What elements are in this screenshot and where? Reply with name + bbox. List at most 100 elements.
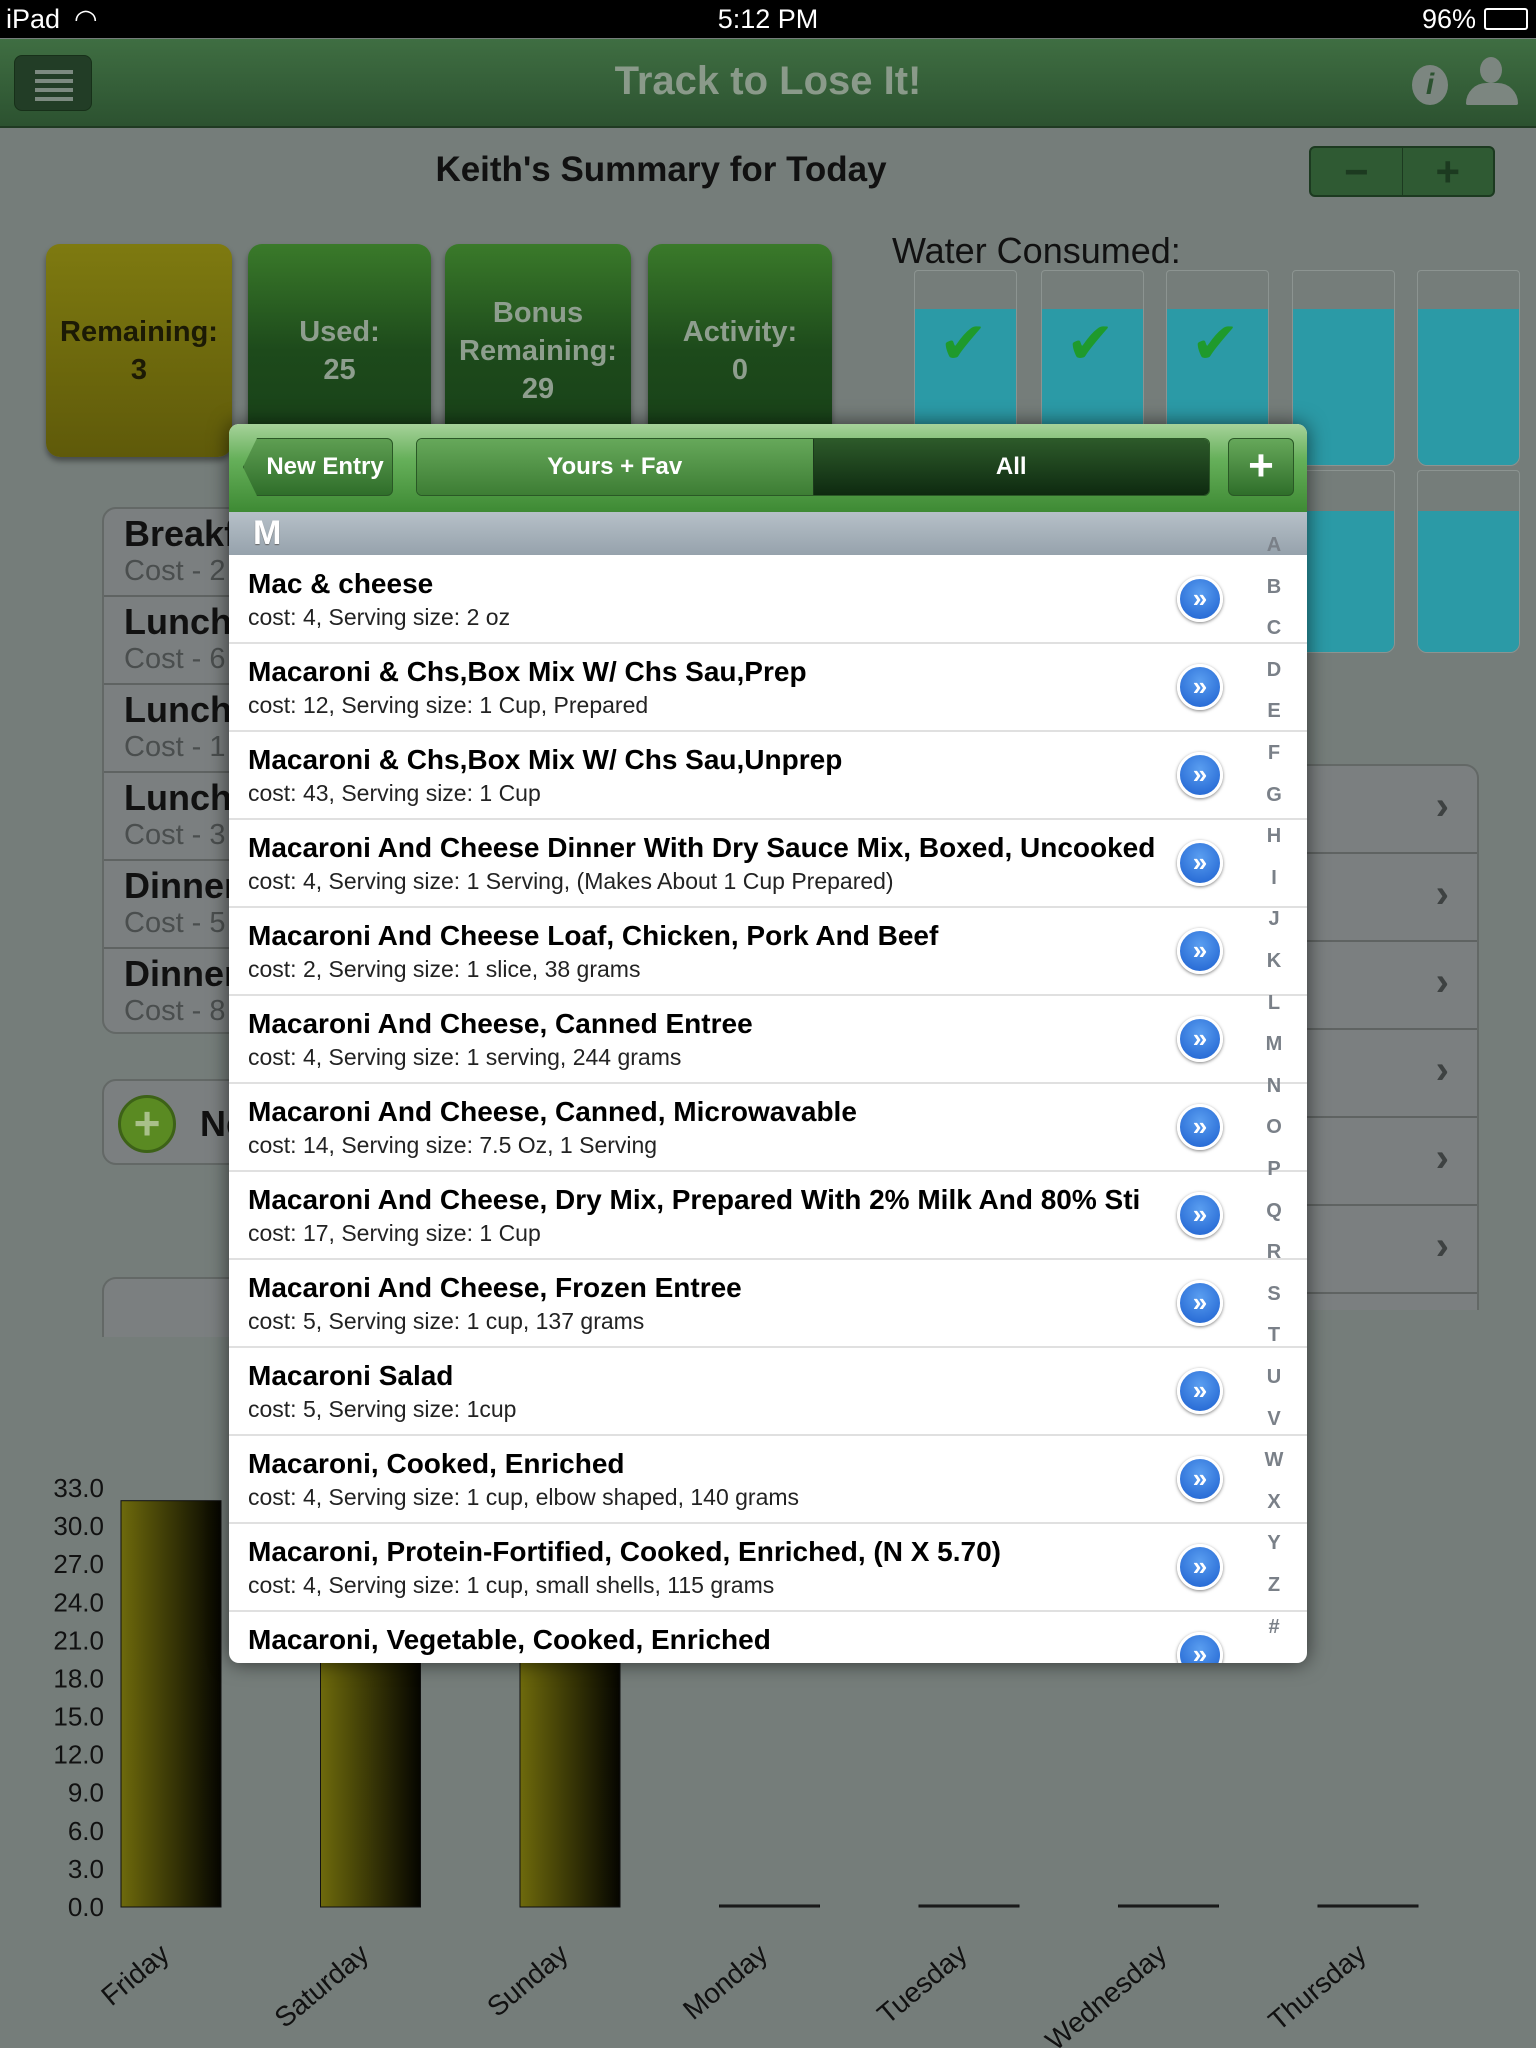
index-letter[interactable]: Q [1259, 1200, 1289, 1223]
tile-label: Remaining: [60, 315, 218, 348]
x-tick-label: Thursday [1263, 1938, 1372, 2037]
detail-disclosure-button[interactable]: » [1177, 576, 1223, 622]
index-letter[interactable]: K [1259, 950, 1289, 973]
food-row[interactable]: Macaroni & Chs,Box Mix W/ Chs Sau,Prep co… [229, 644, 1307, 732]
detail-disclosure-button[interactable]: » [1177, 1456, 1223, 1502]
detail-disclosure-button[interactable]: » [1177, 752, 1223, 798]
tile-label: Used: [299, 315, 380, 348]
bar-monday [719, 1904, 820, 1908]
food-row[interactable]: Macaroni, Cooked, Enriched cost: 4, Servi… [229, 1436, 1307, 1524]
detail-disclosure-button[interactable]: » [1177, 840, 1223, 886]
y-tick-label: 0.0 [68, 1892, 104, 1922]
person-icon[interactable] [1466, 57, 1518, 107]
food-detail: cost: 43, Serving size: 1 Cup [248, 780, 541, 806]
index-letter[interactable]: X [1259, 1491, 1289, 1514]
food-row[interactable]: Macaroni And Cheese Dinner With Dry Sauc… [229, 820, 1307, 908]
food-row[interactable]: Macaroni & Chs,Box Mix W/ Chs Sau,Unprep… [229, 732, 1307, 820]
index-letter[interactable]: O [1259, 1116, 1289, 1139]
index-letter[interactable]: R [1259, 1241, 1289, 1264]
detail-disclosure-button[interactable]: » [1177, 1632, 1223, 1663]
food-row[interactable]: Macaroni And Cheese Loaf, Chicken, Pork … [229, 908, 1307, 996]
y-tick-label: 12.0 [53, 1740, 104, 1770]
detail-disclosure-button[interactable]: » [1177, 1016, 1223, 1062]
food-detail: cost: 4, Serving size: 1 Serving, (Makes… [248, 868, 894, 894]
detail-disclosure-button[interactable]: » [1177, 1544, 1223, 1590]
index-letter[interactable]: M [1259, 1033, 1289, 1056]
tile-value: 3 [130, 353, 148, 386]
tab-yours-fav[interactable]: Yours + Fav [417, 439, 813, 495]
food-detail: cost: 14, Serving size: 7.5 Oz, 1 Servin… [248, 1132, 658, 1158]
detail-disclosure-button[interactable]: » [1177, 1192, 1223, 1238]
detail-disclosure-button[interactable]: » [1177, 1368, 1223, 1414]
index-letter[interactable]: C [1259, 617, 1289, 640]
y-tick-label: 9.0 [68, 1778, 104, 1808]
food-name: Macaroni, Vegetable, Cooked, Enriched [248, 1624, 771, 1655]
food-row[interactable]: Macaroni And Cheese, Frozen Entree cost: … [229, 1260, 1307, 1348]
detail-disclosure-button[interactable]: » [1177, 664, 1223, 710]
index-letter[interactable]: N [1259, 1075, 1289, 1098]
index-letter[interactable]: H [1259, 825, 1289, 848]
detail-disclosure-button[interactable]: » [1177, 928, 1223, 974]
index-letter[interactable]: Z [1259, 1574, 1289, 1597]
x-tick-label: Saturday [269, 1938, 375, 2034]
x-tick-label: Tuesday [871, 1938, 972, 2030]
index-letter[interactable]: A [1259, 534, 1289, 557]
x-tick-label: Sunday [481, 1938, 574, 2023]
y-tick-label: 24.0 [53, 1587, 104, 1617]
food-row[interactable]: Macaroni And Cheese, Canned Entree cost: … [229, 996, 1307, 1084]
detail-disclosure-button[interactable]: » [1177, 1104, 1223, 1150]
index-letter[interactable]: P [1259, 1158, 1289, 1181]
index-letter[interactable]: E [1259, 700, 1289, 723]
index-letter[interactable]: G [1259, 784, 1289, 807]
index-letter[interactable]: B [1259, 576, 1289, 599]
y-tick-label: 6.0 [68, 1816, 104, 1846]
bar-thursday [1317, 1904, 1419, 1908]
food-name: Macaroni, Cooked, Enriched [248, 1448, 625, 1479]
y-tick-label: 15.0 [53, 1702, 104, 1732]
new-entry-back-button[interactable]: New Entry [243, 438, 393, 496]
add-food-button[interactable]: + [1228, 438, 1294, 496]
food-name: Macaroni And Cheese Dinner With Dry Sauc… [248, 832, 1156, 863]
water-glass[interactable] [1417, 470, 1520, 653]
index-letter[interactable]: S [1259, 1283, 1289, 1306]
y-tick-label: 3.0 [68, 1854, 104, 1884]
index-letter[interactable]: Y [1259, 1532, 1289, 1555]
index-letter[interactable]: T [1259, 1324, 1289, 1347]
bar-wednesday [1118, 1904, 1219, 1908]
app-title: Track to Lose It! [614, 59, 922, 103]
index-letter[interactable]: W [1259, 1449, 1289, 1472]
detail-disclosure-button[interactable]: » [1177, 1280, 1223, 1326]
food-row[interactable]: Macaroni Salad cost: 5, Serving size: 1cu… [229, 1348, 1307, 1436]
index-letter[interactable]: # [1259, 1616, 1289, 1639]
index-letter[interactable]: J [1259, 908, 1289, 931]
index-letter[interactable]: V [1259, 1408, 1289, 1431]
tile-value: 0 [731, 353, 749, 386]
food-row[interactable]: Macaroni And Cheese, Canned, Microwavabl… [229, 1084, 1307, 1172]
chevron-right-icon: › [1435, 1048, 1449, 1092]
index-letter[interactable]: I [1259, 867, 1289, 890]
increase-button[interactable]: + [1403, 148, 1494, 195]
remaining-tile[interactable]: Remaining: 3 [46, 244, 232, 457]
index-letter[interactable]: U [1259, 1366, 1289, 1389]
index-letter[interactable]: F [1259, 742, 1289, 765]
decrease-button[interactable]: − [1311, 148, 1403, 195]
checkmark-icon: ✔ [939, 311, 988, 376]
y-tick-label: 33.0 [53, 1473, 104, 1503]
status-bar: iPad ◠ 5:12 PM 96% [0, 0, 1536, 38]
food-name: Macaroni And Cheese, Canned, Microwavabl… [248, 1096, 857, 1127]
water-glass[interactable] [1292, 470, 1395, 653]
water-glass[interactable] [1292, 270, 1395, 466]
index-letter[interactable]: D [1259, 659, 1289, 682]
tab-all[interactable]: All [812, 439, 1209, 495]
food-row[interactable]: Macaroni, Protein-Fortified, Cooked, Enr… [229, 1524, 1307, 1612]
tile-label: Bonus Remaining: [459, 296, 617, 367]
x-tick-label: Friday [95, 1938, 175, 2012]
water-glass[interactable] [1417, 270, 1520, 466]
index-letter[interactable]: L [1259, 992, 1289, 1015]
food-row[interactable]: Macaroni, Vegetable, Cooked, Enriched » [229, 1612, 1307, 1663]
food-detail: cost: 4, Serving size: 1 serving, 244 gr… [248, 1044, 682, 1070]
food-row[interactable]: Macaroni And Cheese, Dry Mix, Prepared W… [229, 1172, 1307, 1260]
y-tick-label: 27.0 [53, 1549, 104, 1579]
info-icon[interactable]: i [1412, 65, 1448, 105]
food-row[interactable]: Mac & cheese cost: 4, Serving size: 2 oz » [229, 556, 1307, 644]
